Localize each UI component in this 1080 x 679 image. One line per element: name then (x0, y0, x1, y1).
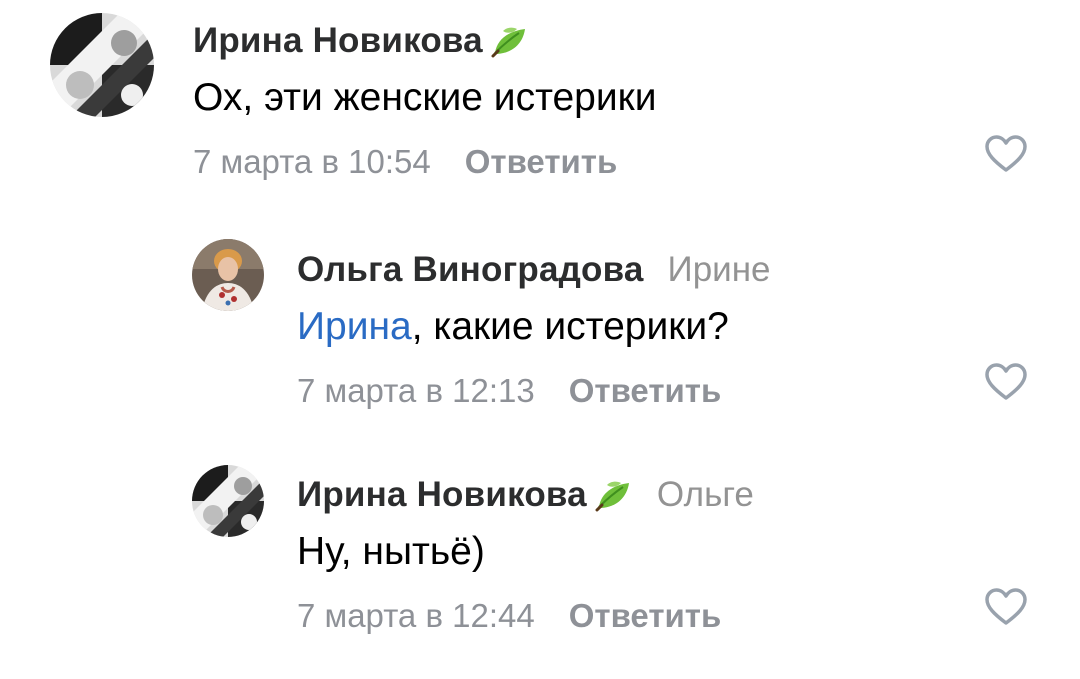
heart-outline-icon[interactable] (984, 362, 1028, 402)
reply-to-link[interactable]: Ирине (668, 248, 771, 292)
reply-button[interactable]: Ответить (465, 143, 618, 180)
mention-link[interactable]: Ирина (297, 305, 412, 348)
comment-meta: 7 марта в 12:13 Ответить (297, 370, 771, 412)
author-name[interactable]: Ирина Новикова (193, 19, 483, 63)
reply-button[interactable]: Ответить (569, 597, 722, 634)
author-name[interactable]: Ольга Виноградова (297, 248, 644, 292)
leaf-icon (489, 23, 529, 59)
avatar[interactable] (192, 239, 264, 311)
comment-item: Ирина Новикова Ох, эти женские истерики … (0, 0, 1080, 200)
avatar-photo (192, 239, 264, 311)
comment-meta: 7 марта в 10:54 Ответить (193, 141, 657, 183)
avatar-photo-collage (50, 13, 154, 117)
author-name[interactable]: Ирина Новикова (297, 473, 587, 517)
comment-date: 7 марта в 12:44 (297, 597, 535, 634)
avatar-photo-collage (192, 465, 264, 537)
comment-date: 7 марта в 10:54 (193, 143, 431, 180)
comment-date: 7 марта в 12:13 (297, 372, 535, 409)
comment-text: Ох, эти женские истерики (193, 76, 657, 119)
heart-outline-icon[interactable] (984, 134, 1028, 174)
reply-to-link[interactable]: Ольге (657, 473, 754, 517)
heart-outline-icon[interactable] (984, 587, 1028, 627)
comment-text: Ну, нытьё) (297, 530, 485, 573)
reply-button[interactable]: Ответить (569, 372, 722, 409)
comment-reply-item: Ирина Новикова Ольге Ну, нытьё) 7 марта … (0, 448, 1080, 679)
comment-meta: 7 марта в 12:44 Ответить (297, 595, 754, 637)
leaf-icon (593, 477, 633, 513)
avatar[interactable] (192, 465, 264, 537)
comment-reply-item: Ольга Виноградова Ирине Ирина, какие ист… (0, 220, 1080, 440)
avatar[interactable] (50, 13, 154, 117)
comment-text: Ирина, какие истерики? (297, 305, 729, 348)
